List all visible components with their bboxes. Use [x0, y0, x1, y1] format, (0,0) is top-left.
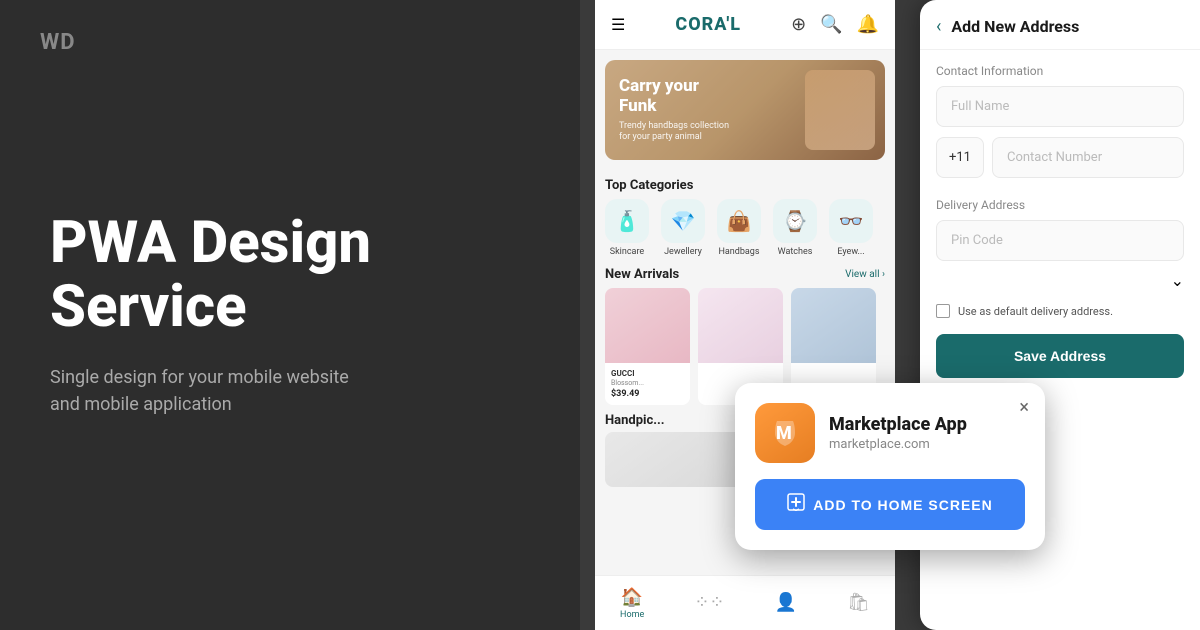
categories-title: Top Categories	[595, 170, 895, 199]
default-address-row: Use as default delivery address.	[920, 296, 1200, 326]
bottom-nav: 🏠 Home ⁘⁘ 👤 🛍	[595, 575, 895, 630]
menu-icon[interactable]: ☰	[611, 15, 625, 34]
main-heading: PWA Design Service	[50, 212, 530, 340]
skincare-label: Skincare	[610, 247, 644, 257]
product-info-1: GUCCI Blossom... $39.49	[605, 363, 690, 405]
eyewear-label: Eyew...	[837, 247, 864, 257]
add-to-home-screen-label: ADD TO HOME SCREEN	[813, 497, 993, 513]
default-address-checkbox[interactable]	[936, 304, 950, 318]
contact-number-field[interactable]: Contact Number	[992, 137, 1184, 178]
category-skincare[interactable]: 🧴 Skincare	[601, 199, 653, 257]
bell-icon[interactable]: 🔔	[857, 14, 879, 35]
jewellery-label: Jewellery	[664, 247, 702, 257]
chevron-row: ⌄	[920, 271, 1200, 290]
phone-row: +11 Contact Number	[936, 137, 1184, 178]
pin-code-field[interactable]: Pin Code	[936, 220, 1184, 261]
category-eyewear[interactable]: 👓 Eyew...	[825, 199, 877, 257]
product-name-1: Blossom...	[611, 379, 684, 387]
full-name-field[interactable]: Full Name	[936, 86, 1184, 127]
category-handbags[interactable]: 👜 Handbags	[713, 199, 765, 257]
category-watches[interactable]: ⌚ Watches	[769, 199, 821, 257]
product-image-1	[605, 288, 690, 363]
delivery-label: Delivery Address	[920, 188, 1200, 220]
banner-image	[805, 70, 875, 150]
product-card-1[interactable]: GUCCI Blossom... $39.49	[605, 288, 690, 405]
country-code[interactable]: +11	[936, 137, 984, 178]
wd-logo: WD	[40, 30, 76, 55]
category-jewellery[interactable]: 💎 Jewellery	[657, 199, 709, 257]
jewellery-icon: 💎	[661, 199, 705, 243]
right-panel: ☰ CORA'L ⊕ 🔍 🔔 Carry yourFunk Trendy han…	[580, 0, 1200, 630]
skincare-icon: 🧴	[605, 199, 649, 243]
home-icon: 🏠	[621, 587, 643, 608]
banner-subtitle: Trendy handbags collectionfor your party…	[619, 121, 729, 144]
product-info-2	[698, 363, 783, 375]
pwa-close-button[interactable]: ×	[1019, 397, 1029, 418]
search-icon[interactable]: 🔍	[820, 14, 842, 35]
back-arrow[interactable]: ‹	[936, 16, 941, 37]
contact-info-label: Contact Information	[920, 50, 1200, 86]
address-header: ‹ Add New Address	[920, 0, 1200, 50]
svg-text:M: M	[776, 423, 792, 444]
profile-nav-icon: 👤	[775, 592, 797, 613]
pwa-app-url: marketplace.com	[829, 437, 967, 452]
view-all-link[interactable]: View all ›	[845, 269, 885, 280]
new-arrivals-header: New Arrivals View all ›	[595, 257, 895, 288]
pwa-app-icon: M	[755, 403, 815, 463]
header-icons: ⊕ 🔍 🔔	[791, 14, 879, 35]
banner-title: Carry yourFunk	[619, 76, 729, 117]
nav-profile[interactable]: 👤	[775, 592, 797, 615]
nav-cart[interactable]: 🛍	[847, 592, 870, 615]
app-header: ☰ CORA'L ⊕ 🔍 🔔	[595, 0, 895, 50]
app-logo: CORA'L	[675, 14, 741, 35]
home-label: Home	[620, 610, 644, 620]
save-address-button[interactable]: Save Address	[936, 334, 1184, 378]
add-icon[interactable]: ⊕	[791, 14, 806, 35]
handbags-icon: 👜	[717, 199, 761, 243]
new-arrivals-title: New Arrivals	[605, 267, 679, 282]
categories-row: 🧴 Skincare 💎 Jewellery 👜 Handbags ⌚ Watc…	[595, 199, 895, 257]
default-address-label: Use as default delivery address.	[958, 305, 1113, 318]
add-home-icon	[787, 493, 805, 516]
pwa-app-name: Marketplace App	[829, 414, 967, 435]
address-title: Add New Address	[951, 17, 1079, 36]
chevron-down-icon: ⌄	[1171, 271, 1184, 290]
cart-nav-icon: 🛍	[847, 592, 870, 613]
pwa-app-info: M Marketplace App marketplace.com	[755, 403, 1025, 463]
eyewear-icon: 👓	[829, 199, 873, 243]
banner: Carry yourFunk Trendy handbags collectio…	[605, 60, 885, 160]
nav-categories[interactable]: ⁘⁘	[694, 592, 724, 615]
watches-icon: ⌚	[773, 199, 817, 243]
left-panel: WD PWA Design Service Single design for …	[0, 0, 580, 630]
product-brand-1: GUCCI	[611, 369, 684, 378]
pwa-app-details: Marketplace App marketplace.com	[829, 414, 967, 452]
nav-home[interactable]: 🏠 Home	[620, 587, 644, 620]
sub-text: Single design for your mobile websiteand…	[50, 364, 430, 418]
product-image-2	[698, 288, 783, 363]
pwa-install-card: × M Marketplace App marketplace.com	[735, 383, 1045, 550]
add-to-home-screen-button[interactable]: ADD TO HOME SCREEN	[755, 479, 1025, 530]
product-price-1: $39.49	[611, 389, 684, 399]
categories-nav-icon: ⁘⁘	[694, 592, 724, 613]
watches-label: Watches	[778, 247, 813, 257]
product-image-3	[791, 288, 876, 363]
handbags-label: Handbags	[718, 247, 759, 257]
banner-text: Carry yourFunk Trendy handbags collectio…	[619, 76, 729, 144]
